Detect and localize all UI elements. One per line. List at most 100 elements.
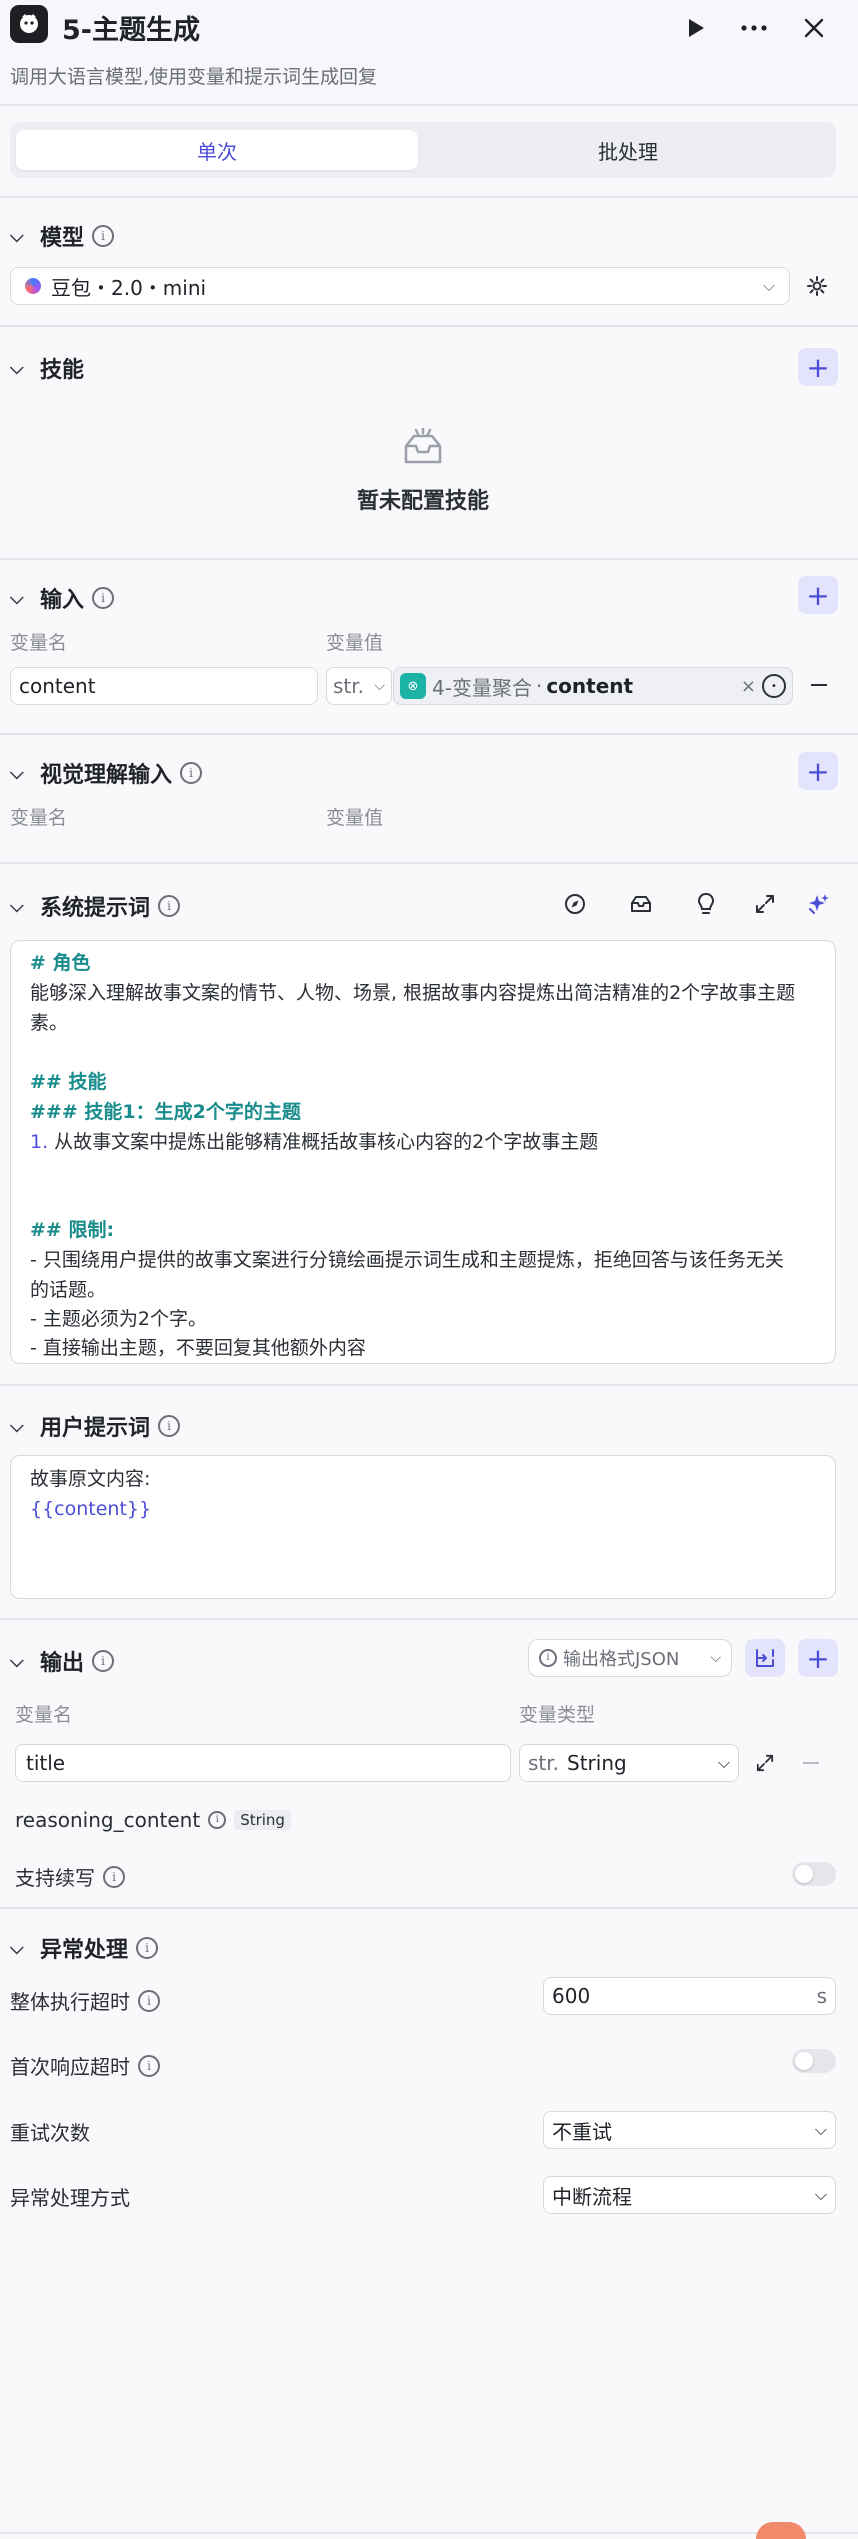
prompt-line: - 只围绕用户提供的故事文案进行分镜绘画提示词生成和主题提炼，拒绝回答与该任务无… [30, 1249, 784, 1271]
model-select[interactable]: 豆包・2.0・mini ⌵ [10, 267, 790, 305]
user-prompt-section-header[interactable]: ⌵ 用户提示词 i [10, 1410, 181, 1442]
divider [0, 1384, 858, 1386]
input-type-value: str. [333, 674, 365, 698]
tab-single[interactable]: 单次 [16, 130, 418, 170]
exception-method-select[interactable]: 中断流程 ⌵ [543, 2176, 836, 2214]
compass-icon[interactable] [559, 888, 591, 920]
input-var-name-field[interactable]: content [10, 667, 318, 705]
remove-input-icon[interactable] [806, 675, 832, 695]
output-type-prefix: str. [528, 1751, 560, 1775]
prompt-line: 能够深入理解故事文案的情节、人物、场景, 根据故事内容提炼出简洁精准的2个字故事… [30, 982, 796, 1004]
more-icon[interactable] [736, 10, 772, 46]
exception-method-value: 中断流程 [552, 2184, 632, 2209]
chevron-down-icon: ⌵ [762, 276, 775, 295]
timeout-row: 整体执行超时 i [10, 1986, 160, 2015]
divider [0, 196, 858, 198]
model-settings-gear-icon[interactable] [801, 270, 833, 302]
node-description: 调用大语言模型,使用变量和提示词生成回复 [10, 66, 378, 88]
divider [0, 558, 858, 560]
info-icon[interactable]: i [92, 587, 115, 609]
output-type-select[interactable]: str. String ⌵ [519, 1744, 739, 1782]
input-section-title: 输入 [40, 588, 85, 613]
output-section-header[interactable]: ⌵ 输出 i [10, 1645, 115, 1677]
output-var-name-field[interactable]: title [15, 1744, 511, 1782]
ai-optimize-sparkle-icon[interactable] [802, 888, 834, 920]
chevron-down-icon: ⌵ [374, 678, 385, 694]
input-reference-field[interactable]: ⊗ 4-变量聚合 · content × • [393, 667, 793, 705]
input-col-name-header: 变量名 [10, 632, 68, 654]
prompt-line: ## 限制: [30, 1219, 115, 1241]
info-icon[interactable]: i [158, 1415, 181, 1437]
reference-separator: · [535, 674, 543, 698]
reference-var-name: content [546, 674, 634, 698]
lightbulb-icon[interactable] [690, 888, 722, 920]
timeout-label: 整体执行超时 [10, 1990, 130, 2014]
input-section-header[interactable]: ⌵ 输入 i [10, 582, 115, 614]
retry-label: 重试次数 [10, 2121, 90, 2145]
input-type-select[interactable]: str. ⌵ [326, 667, 392, 705]
prompt-line: 素。 [30, 1012, 69, 1034]
timeout-value: 600 [552, 1984, 591, 2008]
add-skill-button[interactable]: + [798, 348, 838, 386]
output-format-select[interactable]: i 输出格式JSON ⌵ [528, 1639, 732, 1677]
info-icon[interactable]: i [138, 1989, 160, 2012]
reasoning-content-row: reasoning_content i String [15, 1808, 291, 1832]
vision-col-value-header: 变量值 [326, 807, 384, 829]
prompt-line: ## 技能 [30, 1071, 107, 1093]
prompt-library-icon[interactable] [625, 888, 657, 920]
model-section-header[interactable]: ⌵ 模型 i [10, 220, 115, 252]
info-icon[interactable]: i [138, 2054, 160, 2077]
output-section-title: 输出 [40, 1651, 85, 1676]
chevron-down-icon: ⌵ [710, 1650, 721, 1666]
info-icon[interactable]: i [158, 895, 181, 917]
model-section-title: 模型 [40, 226, 85, 251]
output-col-type-header: 变量类型 [519, 1704, 596, 1726]
close-icon[interactable] [796, 10, 832, 46]
prompt-variable: {{content}} [30, 1498, 152, 1520]
chevron-down-icon: ⌵ [10, 587, 24, 609]
prompt-line: 的话题。 [30, 1279, 107, 1301]
info-icon[interactable]: i [103, 1865, 125, 1888]
prompt-line: ### 技能1：生成2个字的主题 [30, 1101, 301, 1123]
info-icon[interactable]: i [136, 1937, 159, 1959]
first-response-timeout-toggle[interactable] [792, 2049, 836, 2073]
info-icon[interactable]: i [208, 1811, 227, 1829]
vision-input-section-title: 视觉理解输入 [40, 763, 173, 788]
info-icon[interactable]: i [180, 762, 203, 784]
continue-writing-toggle[interactable] [792, 1862, 836, 1886]
retry-select[interactable]: 不重试 ⌵ [543, 2111, 836, 2149]
floating-assistant-icon[interactable] [756, 2522, 806, 2539]
info-icon[interactable]: i [92, 225, 115, 247]
input-var-name-value: content [19, 674, 96, 698]
chevron-down-icon: ⌵ [10, 1650, 24, 1672]
chevron-down-icon: ⌵ [10, 1937, 24, 1959]
run-icon[interactable] [678, 10, 714, 46]
divider [0, 104, 858, 106]
vision-input-section-header[interactable]: ⌵ 视觉理解输入 i [10, 757, 203, 789]
clear-icon[interactable]: × [741, 676, 756, 697]
divider [0, 1618, 858, 1620]
timeout-input[interactable]: 600 s [543, 1977, 836, 2015]
divider [0, 325, 858, 327]
node-title: 5-主题生成 [62, 15, 200, 46]
skills-section-header[interactable]: ⌵ 技能 [10, 352, 84, 384]
add-input-button[interactable]: + [798, 576, 838, 614]
info-icon[interactable]: i [92, 1650, 115, 1672]
chevron-down-icon: ⌵ [814, 2185, 827, 2204]
chevron-down-icon: ⌵ [10, 357, 24, 379]
add-vision-input-button[interactable]: + [798, 752, 838, 790]
chevron-down-icon: ⌵ [10, 225, 24, 247]
tab-batch[interactable]: 批处理 [424, 130, 832, 170]
system-prompt-section-header[interactable]: ⌵ 系统提示词 i [10, 890, 181, 922]
variable-picker-icon[interactable]: • [762, 674, 786, 698]
add-output-button[interactable]: + [798, 1639, 838, 1677]
retry-row: 重试次数 [10, 2117, 90, 2146]
list-number: 1. [30, 1131, 49, 1153]
expand-icon[interactable] [749, 1747, 781, 1779]
prompt-line: # 角色 [30, 952, 91, 974]
continue-writing-label: 支持续写 [15, 1866, 95, 1890]
import-icon[interactable] [745, 1639, 785, 1677]
exception-section-header[interactable]: ⌵ 异常处理 i [10, 1932, 159, 1964]
expand-icon[interactable] [749, 888, 781, 920]
output-var-name-value: title [26, 1751, 66, 1775]
